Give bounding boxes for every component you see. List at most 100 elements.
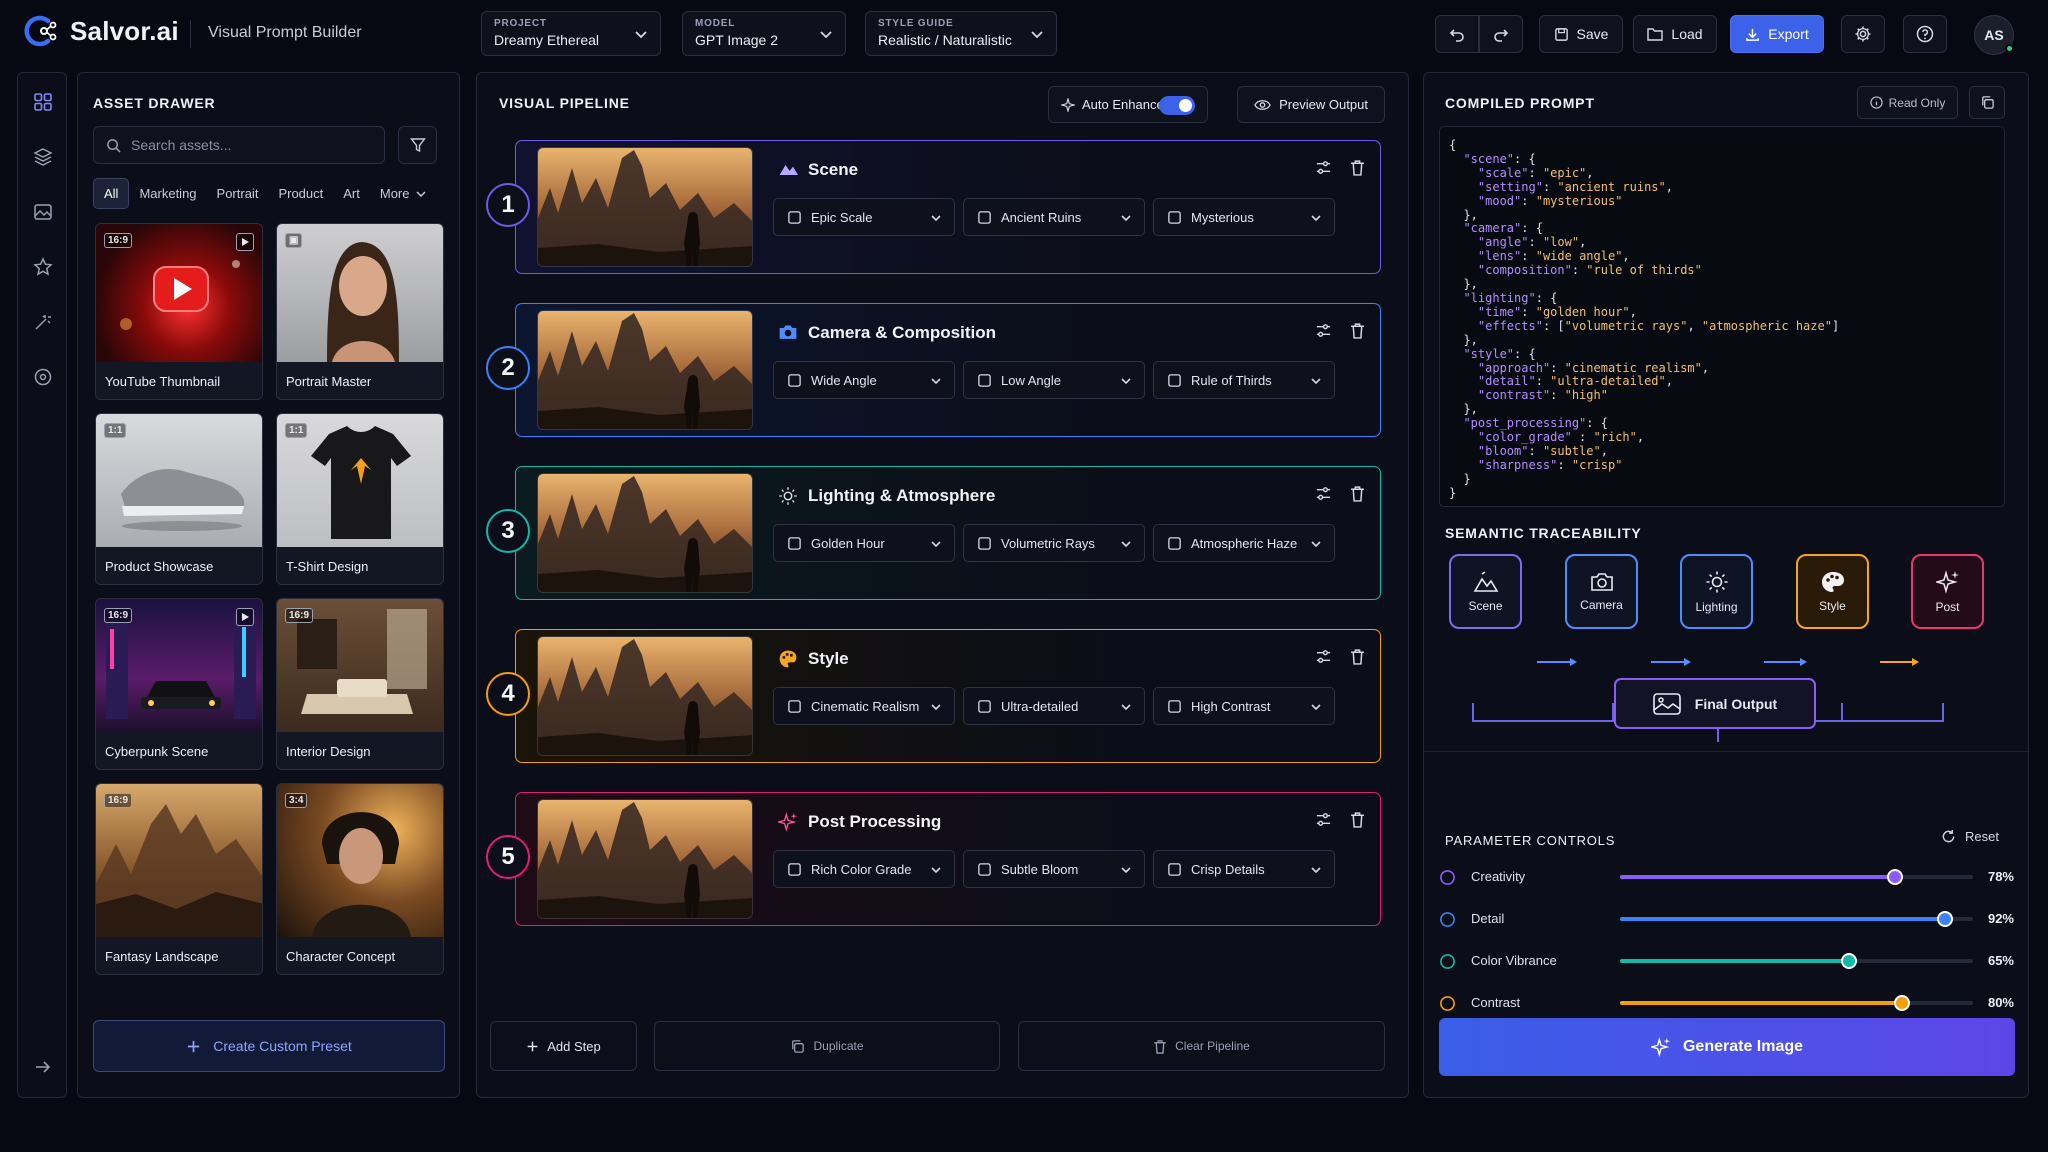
option-dropdown-3[interactable]: High Contrast (1153, 687, 1335, 725)
settings-button[interactable] (1841, 15, 1885, 53)
trash-icon[interactable] (1350, 159, 1365, 176)
image-icon[interactable] (33, 202, 53, 222)
pipeline-step-5[interactable]: 5 Post Processing Rich Color Grade Subtle B… (486, 792, 1381, 926)
plus-icon (527, 1041, 538, 1051)
chip-all[interactable]: All (93, 178, 130, 209)
copy-button[interactable] (1969, 86, 2005, 119)
option-dropdown-3[interactable]: Atmospheric Haze (1153, 524, 1335, 562)
asset-card-interior-design[interactable]: 16:9 Interior Design (276, 598, 444, 770)
trash-icon[interactable] (1350, 648, 1365, 665)
slider-handle[interactable] (1894, 995, 1911, 1011)
app-logo[interactable]: Salvor.ai (22, 14, 179, 48)
sliders-icon[interactable] (1315, 322, 1332, 339)
trace-node-scene[interactable]: Scene (1449, 554, 1522, 629)
asset-card-portrait-master[interactable]: ▣ Portrait Master (276, 223, 444, 400)
option-label: Ultra-detailed (1001, 698, 1079, 714)
option-dropdown-1[interactable]: Wide Angle (773, 361, 955, 399)
step-actions (1315, 648, 1365, 665)
trace-node-post[interactable]: Post (1911, 554, 1984, 629)
chevron-down-icon (1311, 378, 1321, 385)
trash-icon[interactable] (1350, 322, 1365, 339)
option-dropdown-2[interactable]: Low Angle (963, 361, 1145, 399)
toggle-switch[interactable] (1159, 96, 1195, 115)
option-label: Mysterious (1191, 209, 1254, 225)
slider-track[interactable] (1620, 869, 1973, 885)
pipeline-step-4[interactable]: 4 Style Cinematic Realism Ultra-detailed Hig… (486, 629, 1381, 763)
slider-handle[interactable] (1841, 953, 1858, 969)
option-dropdown-3[interactable]: Crisp Details (1153, 850, 1335, 888)
sliders-icon[interactable] (1315, 648, 1332, 665)
asset-card-product-showcase[interactable]: 1:1 Product Showcase (95, 413, 263, 585)
option-dropdown-2[interactable]: Ultra-detailed (963, 687, 1145, 725)
load-button[interactable]: Load (1633, 15, 1717, 53)
avatar-initials: AS (1984, 27, 2004, 43)
generate-image-button[interactable]: Generate Image (1439, 1018, 2015, 1076)
option-dropdown-1[interactable]: Golden Hour (773, 524, 955, 562)
filter-button[interactable] (398, 126, 437, 164)
project-select[interactable]: PROJECT Dreamy Ethereal (481, 11, 661, 56)
option-dropdown-2[interactable]: Volumetric Rays (963, 524, 1145, 562)
trash-icon[interactable] (1350, 485, 1365, 502)
asset-card-youtube-thumbnail[interactable]: 16:9 YouTube Thumbnail (95, 223, 263, 400)
export-label: Export (1768, 26, 1809, 42)
divider (1424, 751, 2030, 752)
trace-node-lighting[interactable]: Lighting (1680, 554, 1753, 629)
slider-handle[interactable] (1887, 869, 1904, 885)
target-icon[interactable] (33, 367, 53, 387)
asset-card-fantasy-landscape[interactable]: 16:9 Fantasy Landscape (95, 783, 263, 975)
sliders-icon[interactable] (1315, 485, 1332, 502)
option-dropdown-2[interactable]: Subtle Bloom (963, 850, 1145, 888)
asset-card-character-concept[interactable]: 3:4 Character Concept (276, 783, 444, 975)
option-dropdown-1[interactable]: Epic Scale (773, 198, 955, 236)
option-dropdown-3[interactable]: Rule of Thirds (1153, 361, 1335, 399)
clear-pipeline-button[interactable]: Clear Pipeline (1018, 1021, 1385, 1071)
trace-node-style[interactable]: Style (1796, 554, 1869, 629)
slider-track[interactable] (1620, 953, 1973, 969)
save-button[interactable]: Save (1539, 15, 1623, 53)
layers-icon[interactable] (33, 147, 53, 167)
chip-portrait[interactable]: Portrait (207, 179, 269, 208)
chip-product[interactable]: Product (268, 179, 333, 208)
chip-marketing[interactable]: Marketing (129, 179, 206, 208)
option-dropdown-3[interactable]: Mysterious (1153, 198, 1335, 236)
chip-art[interactable]: Art (333, 179, 370, 208)
read-only-badge[interactable]: Read Only (1857, 86, 1958, 119)
magic-wand-icon[interactable] (33, 312, 53, 332)
preview-output-button[interactable]: Preview Output (1237, 86, 1385, 123)
slider-track[interactable] (1620, 995, 1973, 1011)
chip-more[interactable]: More (370, 179, 436, 208)
sliders-icon[interactable] (1315, 811, 1332, 828)
export-button[interactable]: Export (1730, 15, 1824, 53)
collapse-arrow-icon[interactable] (33, 1057, 53, 1077)
asset-card-cyberpunk-scene[interactable]: 16:9 Cyberpunk Scene (95, 598, 263, 770)
pipeline-step-3[interactable]: 3 Lighting & Atmosphere Golden Hour Volumet… (486, 466, 1381, 600)
duplicate-button[interactable]: Duplicate (654, 1021, 1000, 1071)
option-dropdown-1[interactable]: Rich Color Grade (773, 850, 955, 888)
avatar[interactable]: AS (1974, 15, 2014, 55)
star-icon[interactable] (33, 257, 53, 277)
model-select[interactable]: MODEL GPT Image 2 (682, 11, 846, 56)
asset-card-tshirt-design[interactable]: 1:1 T-Shirt Design (276, 413, 444, 585)
option-dropdown-2[interactable]: Ancient Ruins (963, 198, 1145, 236)
slider-track[interactable] (1620, 911, 1973, 927)
pipeline-step-1[interactable]: 1 Scene Epic Scale Ancient Ruins Mysterious (486, 140, 1381, 274)
redo-button[interactable] (1479, 15, 1523, 53)
style-guide-select[interactable]: STYLE GUIDE Realistic / Naturalistic (865, 11, 1057, 56)
slider-row: Contrast 80% (1439, 991, 2014, 1015)
undo-button[interactable] (1435, 15, 1479, 53)
auto-enhance-toggle[interactable]: Auto Enhance (1048, 86, 1208, 123)
option-dropdown-1[interactable]: Cinematic Realism (773, 687, 955, 725)
sliders-icon[interactable] (1315, 159, 1332, 176)
trace-node-camera[interactable]: Camera (1565, 554, 1638, 629)
pipeline-step-2[interactable]: 2 Camera & Composition Wide Angle Low Angle… (486, 303, 1381, 437)
create-custom-preset-button[interactable]: Create Custom Preset (93, 1020, 445, 1072)
final-output-node[interactable]: Final Output (1614, 678, 1816, 729)
trash-icon[interactable] (1350, 811, 1365, 828)
help-button[interactable] (1903, 15, 1947, 53)
search-input[interactable]: Search assets... (93, 126, 385, 164)
slider-handle[interactable] (1936, 911, 1953, 927)
reset-button[interactable]: Reset (1941, 829, 1999, 844)
add-step-button[interactable]: Add Step (490, 1021, 637, 1071)
grid-icon[interactable] (33, 92, 53, 112)
style-guide-value: Realistic / Naturalistic (878, 32, 1012, 48)
